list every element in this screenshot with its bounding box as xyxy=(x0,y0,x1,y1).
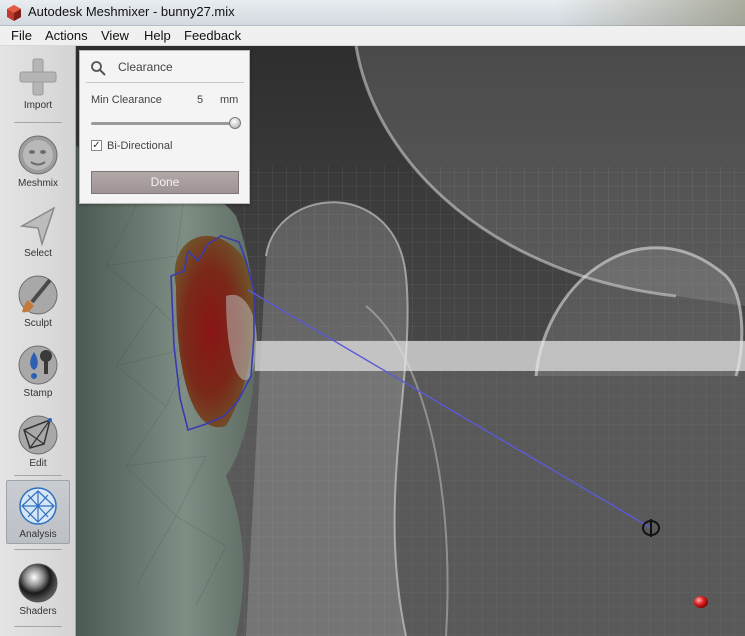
toolbar-separator xyxy=(14,626,62,627)
min-clearance-unit: mm xyxy=(220,94,239,106)
menu-bar: File Actions View Help Feedback xyxy=(0,26,745,46)
toolbar-separator xyxy=(14,122,62,123)
brush-icon xyxy=(18,275,58,315)
min-clearance-value[interactable]: 5 xyxy=(197,94,203,106)
menu-help[interactable]: Help xyxy=(141,28,174,43)
clearance-panel: Clearance Min Clearance 5 mm ✓ Bi-Direct… xyxy=(79,50,250,204)
panel-title: Clearance xyxy=(118,60,173,74)
window-title: Autodesk Meshmixer - bunny27.mix xyxy=(28,4,235,19)
min-clearance-slider-thumb[interactable] xyxy=(229,117,241,129)
analysis-label: Analysis xyxy=(19,529,57,540)
stamp-icon xyxy=(18,345,58,385)
min-clearance-label: Min Clearance xyxy=(91,94,162,106)
panel-header-divider xyxy=(86,82,244,83)
toolbar-separator xyxy=(14,549,62,550)
title-bar-background xyxy=(555,0,745,26)
menu-actions[interactable]: Actions xyxy=(42,28,91,43)
stamp-label: Stamp xyxy=(23,388,53,399)
left-toolbar: Import Meshmix Select Sculpt Stamp Edit … xyxy=(0,46,76,636)
shaders-tool[interactable]: Shaders xyxy=(6,558,70,622)
plus-icon xyxy=(19,58,57,96)
edit-label: Edit xyxy=(29,458,47,469)
bidirectional-checkbox[interactable]: ✓ xyxy=(91,140,102,151)
menu-feedback[interactable]: Feedback xyxy=(181,28,244,43)
magnifier-icon xyxy=(91,61,106,76)
done-button[interactable]: Done xyxy=(91,171,239,194)
analysis-tool[interactable]: Analysis xyxy=(6,480,70,544)
bunny-head-icon xyxy=(18,135,58,175)
stamp-tool[interactable]: Stamp xyxy=(6,340,70,404)
red-sphere-marker[interactable] xyxy=(694,596,708,608)
menu-view[interactable]: View xyxy=(98,28,132,43)
select-label: Select xyxy=(24,248,52,259)
import-tool[interactable]: Import xyxy=(6,52,70,116)
meshmixer-app-icon xyxy=(7,5,21,21)
meshmix-tool[interactable]: Meshmix xyxy=(6,130,70,194)
edit-mesh-icon xyxy=(18,415,58,455)
arrow-pointer-icon xyxy=(19,206,56,246)
sculpt-label: Sculpt xyxy=(24,318,52,329)
analysis-sphere-icon xyxy=(19,487,57,525)
shaders-label: Shaders xyxy=(19,606,57,617)
sculpt-tool[interactable]: Sculpt xyxy=(6,270,70,334)
title-bar: Autodesk Meshmixer - bunny27.mix xyxy=(0,0,745,26)
chrome-sphere-icon xyxy=(18,563,58,603)
select-tool[interactable]: Select xyxy=(6,200,70,264)
toolbar-separator xyxy=(14,475,62,476)
edit-tool[interactable]: Edit xyxy=(6,410,70,474)
min-clearance-slider-track[interactable] xyxy=(91,122,236,125)
menu-file[interactable]: File xyxy=(8,28,35,43)
meshmix-label: Meshmix xyxy=(17,178,58,189)
bidirectional-label[interactable]: Bi-Directional xyxy=(107,140,172,152)
import-label: Import xyxy=(23,100,53,111)
